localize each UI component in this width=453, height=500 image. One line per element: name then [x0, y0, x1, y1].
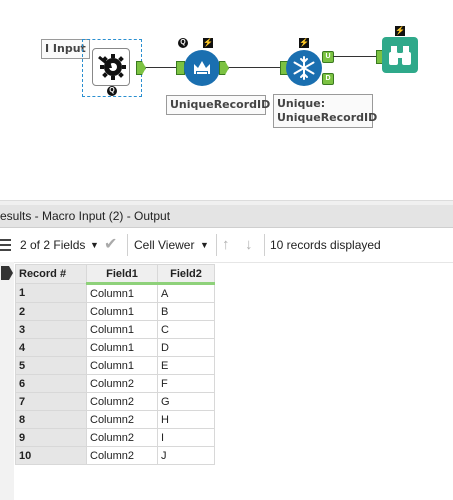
- unique-tool[interactable]: [286, 50, 322, 86]
- table-row[interactable]: 5 Column1 E: [15, 356, 215, 375]
- table-cell[interactable]: J: [157, 446, 215, 465]
- anchor-selector-icon[interactable]: [1, 266, 13, 280]
- table-cell[interactable]: Column1: [86, 283, 158, 303]
- column-header[interactable]: Field1: [86, 264, 158, 285]
- table-cell[interactable]: Column2: [86, 428, 158, 447]
- question-badge: Q: [178, 38, 188, 48]
- table-cell[interactable]: H: [157, 410, 215, 429]
- workflow-canvas[interactable]: I Input Q Q ⚡ UniqueRecordID ⚡ U D Uniqu…: [0, 0, 453, 200]
- output-anchor[interactable]: [136, 61, 146, 75]
- table-cell[interactable]: Column1: [86, 302, 158, 321]
- viewer-dropdown[interactable]: Cell Viewer ▼: [134, 228, 212, 262]
- table-cell[interactable]: E: [157, 356, 215, 375]
- record-number-cell: 7: [15, 392, 87, 411]
- table-cell[interactable]: Column1: [86, 356, 158, 375]
- results-panel-title: esults - Macro Input (2) - Output: [0, 205, 453, 228]
- lightning-icon: ⚡: [203, 38, 213, 48]
- snowflake-icon: [293, 56, 315, 80]
- toolbar-divider: [264, 234, 265, 256]
- crown-icon: [194, 61, 210, 75]
- chevron-down-icon: ▼: [200, 240, 209, 250]
- record-number-cell: 9: [15, 428, 87, 447]
- table-cell[interactable]: Column2: [86, 374, 158, 393]
- connection-line[interactable]: [229, 67, 281, 68]
- table-cell[interactable]: A: [157, 283, 215, 303]
- record-number-cell: 8: [15, 410, 87, 429]
- lightning-icon: ⚡: [299, 38, 309, 48]
- unique-output-anchor[interactable]: U: [322, 51, 334, 63]
- table-row[interactable]: 3 Column1 C: [15, 320, 215, 339]
- binoculars-icon: [389, 46, 411, 65]
- record-number-cell: 5: [15, 356, 87, 375]
- record-number-cell: 3: [15, 320, 87, 339]
- fields-dropdown-label: 2 of 2 Fields: [20, 238, 86, 252]
- record-number-cell: 1: [15, 283, 87, 303]
- results-table: Record # Field1 Field2 1 Column1 A 2 Column…: [15, 264, 215, 465]
- unique-tool-label: Unique: UniqueRecordID: [273, 94, 377, 128]
- record-count-status: 10 records displayed: [270, 238, 381, 252]
- table-cell[interactable]: B: [157, 302, 215, 321]
- record-number-cell: 4: [15, 338, 87, 357]
- table-cell[interactable]: Column1: [86, 338, 158, 357]
- macro-input-tool[interactable]: [92, 48, 130, 86]
- results-toolbar: 2 of 2 Fields ▼ ✔ Cell Viewer ▼ ↑ ↓ 10 r…: [0, 228, 453, 263]
- table-cell[interactable]: D: [157, 338, 215, 357]
- table-cell[interactable]: Column2: [86, 392, 158, 411]
- arrow-up-icon[interactable]: ↑: [222, 228, 230, 262]
- column-header[interactable]: Field2: [157, 264, 215, 285]
- table-row[interactable]: 10 Column2 J: [15, 446, 215, 465]
- toolbar-divider: [127, 234, 128, 256]
- duplicate-output-anchor[interactable]: D: [322, 73, 334, 85]
- fields-dropdown[interactable]: 2 of 2 Fields ▼: [20, 228, 102, 262]
- table-row[interactable]: 2 Column1 B: [15, 302, 215, 321]
- arrow-down-icon[interactable]: ↓: [245, 228, 253, 262]
- browse-tool[interactable]: [382, 37, 418, 73]
- results-left-rail: [0, 262, 14, 500]
- connection-line[interactable]: [146, 67, 176, 68]
- table-header-row: Record # Field1 Field2: [15, 264, 215, 285]
- unique-record-id-tool[interactable]: [184, 50, 220, 86]
- apply-checkmark-icon[interactable]: ✔: [104, 228, 117, 262]
- output-anchor[interactable]: [219, 61, 229, 75]
- table-row[interactable]: 8 Column2 H: [15, 410, 215, 429]
- table-row[interactable]: 7 Column2 G: [15, 392, 215, 411]
- column-header[interactable]: Record #: [15, 264, 87, 284]
- menu-icon[interactable]: [0, 228, 12, 262]
- question-badge: Q: [107, 86, 117, 96]
- connection-line[interactable]: [333, 56, 377, 57]
- toolbar-divider: [216, 234, 217, 256]
- record-number-cell: 6: [15, 374, 87, 393]
- table-row[interactable]: 9 Column2 I: [15, 428, 215, 447]
- table-row[interactable]: 1 Column1 A: [15, 283, 215, 303]
- chevron-down-icon: ▼: [90, 240, 99, 250]
- gear-arrow-icon: [98, 54, 126, 80]
- table-cell[interactable]: F: [157, 374, 215, 393]
- lightning-icon: ⚡: [395, 26, 405, 36]
- table-row[interactable]: 6 Column2 F: [15, 374, 215, 393]
- table-cell[interactable]: I: [157, 428, 215, 447]
- record-number-cell: 2: [15, 302, 87, 321]
- table-cell[interactable]: Column1: [86, 320, 158, 339]
- table-cell[interactable]: Column2: [86, 410, 158, 429]
- viewer-dropdown-label: Cell Viewer: [134, 238, 195, 252]
- record-number-cell: 10: [15, 446, 87, 465]
- table-cell[interactable]: Column2: [86, 446, 158, 465]
- unique-record-id-label: UniqueRecordID: [166, 95, 270, 115]
- table-row[interactable]: 4 Column1 D: [15, 338, 215, 357]
- table-cell[interactable]: C: [157, 320, 215, 339]
- table-cell[interactable]: G: [157, 392, 215, 411]
